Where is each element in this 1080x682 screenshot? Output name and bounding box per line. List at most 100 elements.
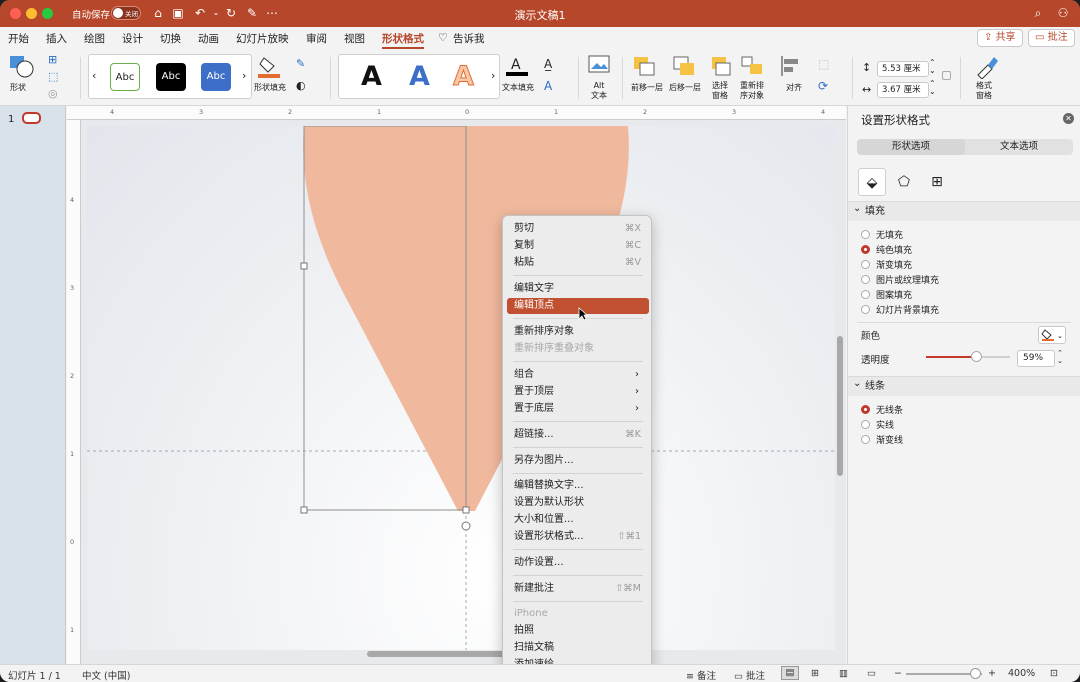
tab-transitions[interactable]: 切换 [160, 31, 181, 46]
radio-no-line[interactable] [861, 405, 870, 414]
shape-fill-icon[interactable] [258, 54, 282, 78]
comment-button[interactable]: ▭ 批注 [1028, 29, 1075, 47]
transparency-slider-track[interactable] [926, 351, 1010, 362]
menu-item-action-settings[interactable]: 动作设置... [507, 555, 649, 571]
effects-icon[interactable]: ⬠ [890, 168, 918, 196]
slide-sorter-icon[interactable]: ⊞ [811, 668, 819, 679]
tab-shape-options[interactable]: 形状选项 [857, 139, 965, 155]
selection-pane-icon[interactable] [710, 55, 734, 77]
tab-insert[interactable]: 插入 [46, 31, 67, 46]
width-stepper[interactable]: ⌃ ⌄ [929, 80, 936, 96]
style-sample-outline[interactable]: Abc [110, 63, 140, 91]
shapes-icon[interactable] [9, 55, 35, 79]
zoom-level[interactable]: 400% [1008, 668, 1035, 679]
radio-picture-fill[interactable] [861, 275, 870, 284]
share-button[interactable]: ⇪ 共享 [977, 29, 1023, 47]
slide-thumbnail[interactable] [22, 112, 41, 124]
line-section-header[interactable]: 线条 [848, 374, 1080, 396]
wordart-orange[interactable]: A [453, 61, 475, 93]
menu-item-edit-text[interactable]: 编辑文字 [507, 281, 649, 297]
comments-button[interactable]: ▭ 批注 [734, 668, 765, 682]
format-pane-icon[interactable] [974, 55, 998, 79]
notes-button[interactable]: ≡ 备注 [686, 668, 716, 682]
height-stepper[interactable]: ⌃ ⌄ [929, 59, 936, 75]
menu-item-reorder-objects[interactable]: 重新排序对象 [507, 324, 649, 340]
transparency-input[interactable]: 59% [1017, 350, 1055, 367]
width-field[interactable]: 3.67 厘米 [877, 82, 929, 98]
tab-text-options[interactable]: 文本选项 [965, 139, 1073, 155]
rotate-icon[interactable]: ⟳ [818, 79, 828, 93]
radio-no-fill[interactable] [861, 230, 870, 239]
radio-solid-line[interactable] [861, 420, 870, 429]
edit-shape-icon[interactable]: ⬚ [48, 70, 58, 83]
menu-item-scan-documents[interactable]: 扫描文稿 [507, 640, 649, 656]
fill-color-picker[interactable]: ⌄ [1038, 326, 1066, 344]
account-icon[interactable]: ⚇ [1056, 6, 1070, 20]
tab-home[interactable]: 开始 [8, 31, 29, 46]
shape-styles-gallery[interactable]: ‹ Abc Abc Abc › [88, 54, 252, 99]
lock-aspect-icon[interactable] [942, 71, 951, 80]
menu-item-paste[interactable]: 粘贴 ⌘V [507, 255, 649, 271]
menu-item-format-shape[interactable]: 设置形状格式... ⇧⌘1 [507, 529, 649, 545]
menu-item-send-to-back[interactable]: 置于底层 › [507, 401, 649, 417]
vertical-scrollbar[interactable] [837, 336, 843, 476]
shape-effects-icon[interactable]: ◐ [296, 79, 306, 92]
gallery-next-icon[interactable]: › [242, 69, 246, 82]
send-backward-icon[interactable] [672, 55, 696, 77]
radio-slide-background-fill[interactable] [861, 305, 870, 314]
radio-gradient-fill[interactable] [861, 260, 870, 269]
slide[interactable] [87, 126, 835, 650]
style-sample-blue[interactable]: Abc [201, 63, 231, 91]
reading-view-icon[interactable]: ▥ [839, 668, 848, 679]
size-properties-icon[interactable]: ⊞ [923, 168, 951, 196]
normal-view-icon[interactable]: ▤ [781, 666, 799, 680]
tab-shape-format[interactable]: 形状格式 [382, 31, 424, 49]
transparency-slider-thumb[interactable] [970, 351, 982, 362]
bring-forward-icon[interactable] [632, 55, 656, 77]
menu-item-hyperlink[interactable]: 超链接... ⌘K [507, 427, 649, 443]
horizontal-scrollbar[interactable] [367, 651, 507, 657]
radio-gradient-line[interactable] [861, 435, 870, 444]
slideshow-icon[interactable]: ▭ [867, 668, 876, 679]
menu-item-bring-to-front[interactable]: 置于顶层 › [507, 384, 649, 400]
shape-outline-icon[interactable]: ✎ [296, 57, 305, 70]
menu-item-cut[interactable]: 剪切 ⌘X [507, 221, 649, 237]
fill-section-header[interactable]: 填充 [848, 199, 1080, 221]
radio-solid-fill[interactable] [861, 245, 870, 254]
tab-tell-me[interactable]: 告诉我 [453, 31, 485, 46]
close-icon[interactable]: ✕ [1063, 113, 1074, 124]
zoom-slider-thumb[interactable] [970, 668, 981, 679]
menu-item-save-as-picture[interactable]: 另存为图片... [507, 453, 649, 469]
tab-view[interactable]: 视图 [344, 31, 365, 46]
menu-item-edit-alt-text[interactable]: 编辑替换文字... [507, 478, 649, 494]
transparency-stepper[interactable]: ⌃ ⌄ [1057, 349, 1063, 365]
text-outline-icon[interactable]: A̲ [544, 57, 552, 71]
height-field[interactable]: 5.53 厘米 [877, 61, 929, 77]
wordart-blue[interactable]: A [409, 61, 430, 92]
menu-item-new-comment[interactable]: 新建批注 ⇧⌘M [507, 581, 649, 597]
style-sample-black[interactable]: Abc [156, 63, 186, 91]
wordart-next-icon[interactable]: › [491, 69, 495, 82]
wordart-gallery[interactable]: A A A › [338, 54, 500, 99]
fill-line-icon[interactable]: ⬙ [858, 168, 886, 196]
wordart-black[interactable]: A [361, 61, 382, 92]
menu-item-copy[interactable]: 复制 ⌘C [507, 238, 649, 254]
menu-item-set-default-shape[interactable]: 设置为默认形状 [507, 495, 649, 511]
radio-pattern-fill[interactable] [861, 290, 870, 299]
zoom-in-icon[interactable]: + [988, 668, 996, 679]
alt-text-icon[interactable] [588, 55, 612, 77]
menu-item-group[interactable]: 组合 › [507, 367, 649, 383]
tab-design[interactable]: 设计 [122, 31, 143, 46]
reorder-objects-icon[interactable] [740, 55, 764, 77]
menu-item-take-photo[interactable]: 拍照 [507, 623, 649, 639]
fit-to-window-icon[interactable]: ⊡ [1050, 668, 1058, 679]
tab-slideshow[interactable]: 幻灯片放映 [236, 31, 289, 46]
tab-draw[interactable]: 绘图 [84, 31, 105, 46]
zoom-out-icon[interactable]: − [894, 668, 902, 679]
group-icon[interactable]: ⬚ [818, 57, 829, 71]
language-indicator[interactable]: 中文 (中国) [82, 668, 130, 682]
menu-item-size-position[interactable]: 大小和位置... [507, 512, 649, 528]
search-icon[interactable]: ⌕ [1031, 6, 1045, 20]
merge-shapes-icon[interactable]: ◎ [48, 87, 58, 100]
gallery-prev-icon[interactable]: ‹ [92, 69, 96, 82]
